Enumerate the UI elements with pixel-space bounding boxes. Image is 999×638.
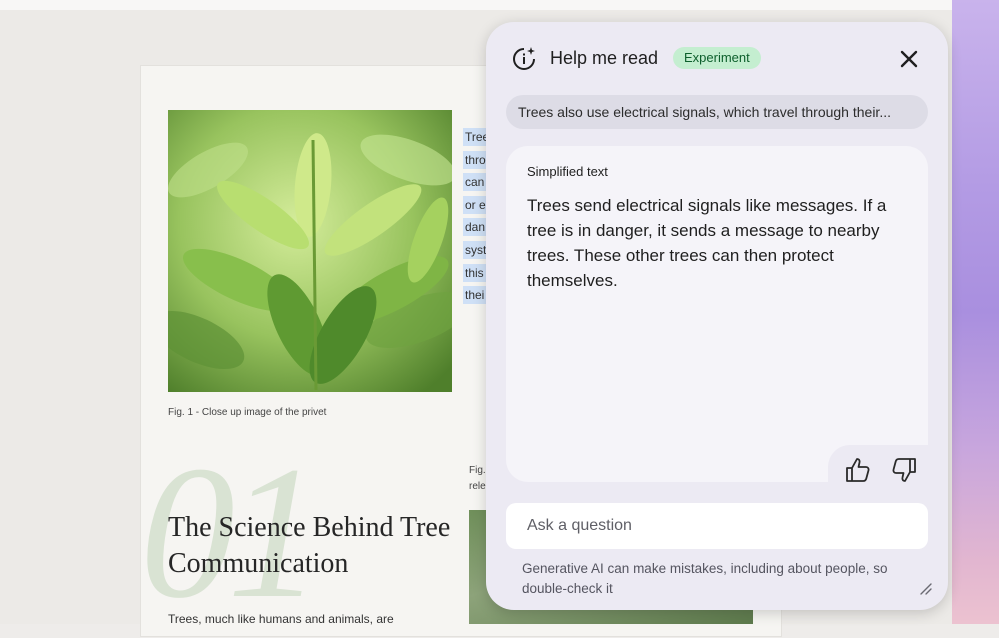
privet-leaves-photo [168, 110, 452, 392]
simplified-text-card: Simplified text Trees send electrical si… [506, 146, 928, 482]
experiment-badge: Experiment [673, 47, 761, 69]
close-button[interactable] [896, 46, 922, 72]
selected-text-chip[interactable]: Trees also use electrical signals, which… [506, 95, 928, 129]
close-icon [900, 50, 918, 68]
ai-disclaimer: Generative AI can make mistakes, includi… [522, 561, 888, 596]
resize-handle-icon[interactable] [919, 582, 933, 596]
figure-1-caption: Fig. 1 - Close up image of the privet [168, 407, 327, 418]
thumbs-down-icon [892, 458, 916, 482]
thumbs-up-icon [846, 458, 870, 482]
panel-title: Help me read [550, 48, 659, 68]
thumbs-down-button[interactable] [890, 456, 918, 484]
desktop-wallpaper [952, 0, 999, 624]
ask-question-input[interactable] [506, 503, 928, 549]
panel-header: Help me read Experiment [486, 22, 948, 94]
section-heading: The Science Behind Tree Communication [168, 512, 451, 579]
sparkle-info-icon [511, 46, 537, 72]
simplified-text-label: Simplified text [527, 164, 608, 179]
help-me-read-panel: Help me read Experiment Trees also use e… [486, 22, 948, 610]
thumbs-up-button[interactable] [844, 456, 872, 484]
simplified-text-body: Trees send electrical signals like messa… [527, 196, 887, 290]
